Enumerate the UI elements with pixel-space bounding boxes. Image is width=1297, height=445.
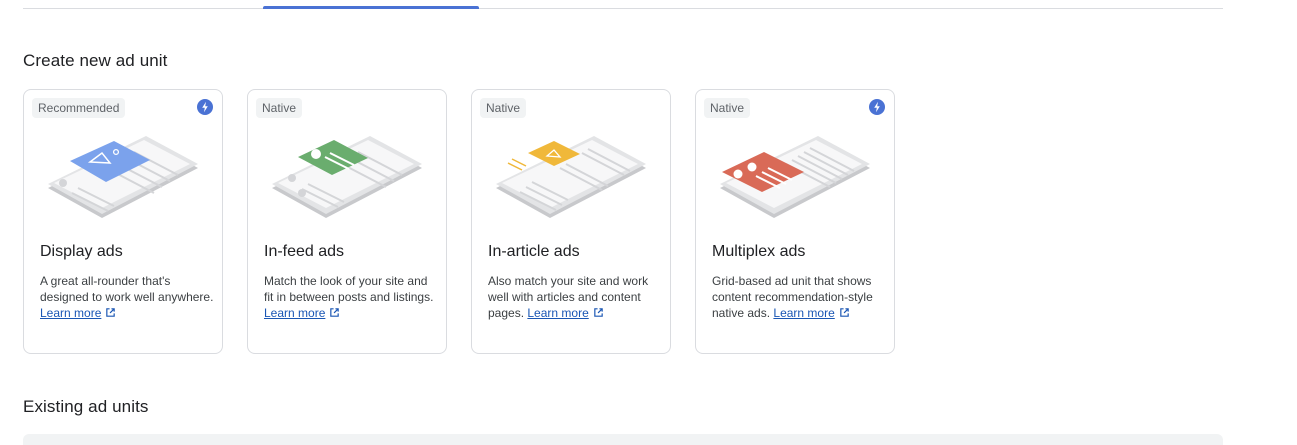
in-article-ads-illustration (496, 136, 646, 218)
card-description: Also match your site and work well with … (488, 274, 649, 320)
display-ads-illustration (48, 136, 198, 218)
bolt-icon (869, 99, 885, 115)
tab-bar-divider (23, 8, 1223, 9)
external-link-icon (840, 308, 849, 317)
in-feed-ads-card[interactable]: Native In-feed ads Match the look of you… (247, 89, 447, 354)
card-title: Display ads (40, 243, 123, 260)
card-description: A great all-rounder that's designed to w… (40, 274, 214, 320)
external-link-icon (106, 308, 116, 317)
existing-ad-units-heading: Existing ad units (23, 397, 149, 416)
card-badge: Native (256, 98, 303, 118)
card-badge: Native (480, 98, 527, 118)
create-ad-unit-heading: Create new ad unit (23, 51, 168, 70)
multiplex-ads-card[interactable]: Native Multiplex ads Grid-based ad unit … (695, 89, 895, 354)
learn-more-link[interactable]: Learn more (40, 306, 116, 320)
card-title: Multiplex ads (712, 243, 806, 260)
learn-more-link[interactable]: Learn more (264, 306, 340, 320)
card-description: Match the look of your site and fit in b… (264, 274, 434, 320)
active-tab-indicator (263, 6, 479, 9)
display-ads-card[interactable]: Recommended Display ads A great all-roun… (23, 89, 223, 354)
in-feed-ads-illustration (272, 136, 422, 218)
card-title: In-feed ads (264, 243, 345, 260)
external-link-icon (593, 308, 603, 317)
card-title: In-article ads (488, 243, 580, 260)
card-description: Grid-based ad unit that shows content re… (712, 274, 873, 320)
card-badge: Native (704, 98, 751, 118)
external-link-icon (330, 308, 340, 317)
learn-more-link[interactable]: Learn more (773, 306, 849, 320)
multiplex-ads-illustration (720, 136, 870, 218)
bolt-icon (197, 99, 213, 115)
in-article-ads-card[interactable]: Native In-article ads Also match your si… (471, 89, 671, 354)
learn-more-link[interactable]: Learn more (527, 306, 603, 320)
card-badge: Recommended (32, 98, 126, 118)
existing-ad-units-panel (23, 434, 1223, 445)
